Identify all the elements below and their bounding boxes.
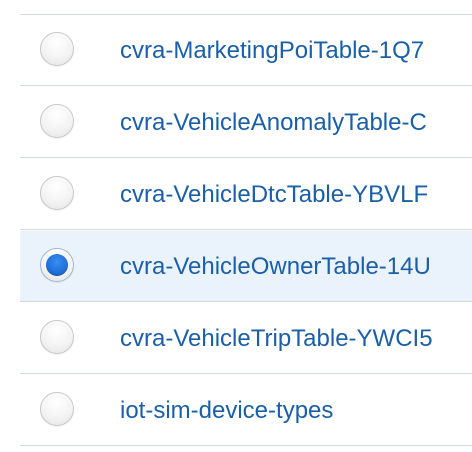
table-row[interactable]: cvra-VehicleOwnerTable-14U [20, 231, 472, 302]
row-radio-button[interactable] [40, 32, 74, 66]
table-name-link[interactable]: iot-sim-device-types [120, 396, 333, 426]
table-row[interactable]: cvra-VehicleAnomalyTable-C [20, 87, 472, 158]
table-row[interactable]: cvra-VehicleTripTable-YWCI5 [20, 303, 472, 374]
table-row[interactable]: iot-sim-device-types [20, 375, 472, 446]
table-name-link[interactable]: cvra-VehicleTripTable-YWCI5 [120, 324, 433, 354]
table-name-link[interactable]: cvra-VehicleOwnerTable-14U [120, 252, 431, 282]
table-list: cvra-MarketingPoiTable-1Q7 cvra-VehicleA… [0, 0, 472, 452]
row-radio-button[interactable] [40, 176, 74, 210]
row-radio-button[interactable] [40, 248, 74, 282]
row-radio-button[interactable] [40, 104, 74, 138]
table-name-link[interactable]: cvra-VehicleAnomalyTable-C [120, 108, 427, 138]
row-radio-button[interactable] [40, 392, 74, 426]
table-row[interactable]: cvra-VehicleDtcTable-YBVLF [20, 159, 472, 230]
row-radio-button[interactable] [40, 320, 74, 354]
table-row[interactable]: cvra-MarketingPoiTable-1Q7 [20, 15, 472, 86]
table-name-link[interactable]: cvra-MarketingPoiTable-1Q7 [120, 36, 424, 66]
radio-dot-icon [46, 254, 68, 276]
table-name-link[interactable]: cvra-VehicleDtcTable-YBVLF [120, 180, 428, 210]
